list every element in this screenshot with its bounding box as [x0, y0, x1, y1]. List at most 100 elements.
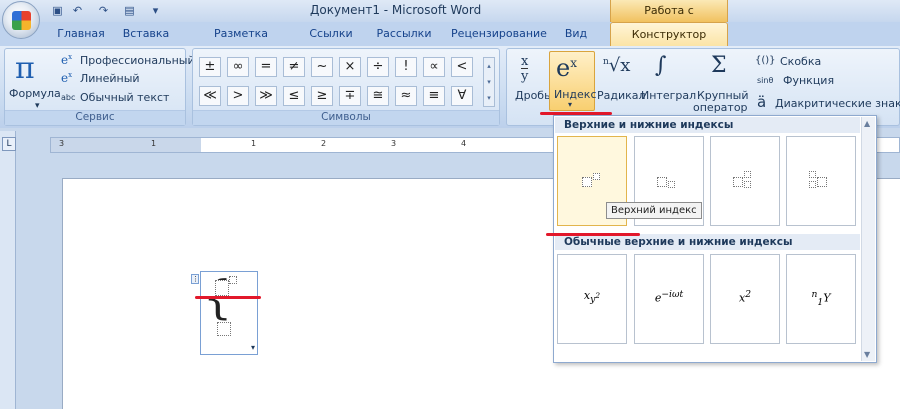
- ruler-mark: 2: [321, 139, 327, 148]
- ruler-mark: 1: [151, 139, 157, 148]
- integral-icon[interactable]: ∫: [655, 53, 666, 78]
- diacritics-button[interactable]: Диакритические знаки: [775, 97, 900, 110]
- symbol-factorial[interactable]: !: [395, 57, 417, 77]
- tab-references[interactable]: Ссылки: [308, 22, 354, 46]
- print-preview-icon[interactable]: ▤: [122, 3, 137, 18]
- symbol-less-equal[interactable]: ≤: [283, 86, 305, 106]
- gallery-item-common-4[interactable]: n1Y: [786, 254, 856, 344]
- placeholder-row2[interactable]: [217, 322, 231, 336]
- index-dropdown-icon: ▾: [568, 100, 573, 109]
- common-4-text: n1Y: [811, 289, 831, 308]
- symbols-scroll[interactable]: ▴ ▾ ▾: [483, 57, 495, 107]
- tab-mailings[interactable]: Рассылки: [374, 22, 434, 46]
- scroll-down-icon[interactable]: ▼: [864, 350, 870, 359]
- symbol-much-less[interactable]: ≪: [199, 86, 221, 106]
- symbol-equals[interactable]: =: [255, 57, 277, 77]
- undo-icon[interactable]: ↶: [70, 3, 85, 18]
- symbol-times[interactable]: ×: [339, 57, 361, 77]
- symbol-for-all[interactable]: ∀: [451, 86, 473, 106]
- scroll-up-icon[interactable]: ▲: [864, 119, 870, 128]
- symbol-less-than[interactable]: <: [451, 57, 473, 77]
- linear-icon: ex: [61, 71, 73, 85]
- gallery-section-superscripts: Верхние и нижние индексы: [555, 117, 860, 133]
- tab-review[interactable]: Рецензирование: [450, 22, 548, 46]
- ruler-mark: 1: [251, 139, 257, 148]
- ruler-mark: 4: [461, 139, 467, 148]
- symbol-minus-plus[interactable]: ∓: [339, 86, 361, 106]
- index-button[interactable]: ex Индекс ▾: [549, 51, 597, 111]
- gallery-scrollbar[interactable]: ▲ ▼: [861, 117, 875, 361]
- gallery-item-common-2[interactable]: e−iωt: [634, 254, 704, 344]
- symbol-greater-than[interactable]: >: [227, 86, 249, 106]
- symbol-approx[interactable]: ≈: [395, 86, 417, 106]
- fraction-icon[interactable]: xy: [521, 55, 529, 83]
- equation-options-icon[interactable]: ▾: [251, 343, 255, 352]
- tab-design[interactable]: Конструктор: [610, 22, 728, 46]
- professional-button[interactable]: Профессиональный: [80, 54, 195, 67]
- bracket-button[interactable]: Скобка: [780, 55, 821, 68]
- qat-more[interactable]: ▾: [148, 3, 163, 18]
- symbol-tilde[interactable]: ~: [311, 57, 333, 77]
- symbol-proportional[interactable]: ∝: [423, 57, 445, 77]
- common-3-text: x2: [738, 289, 752, 305]
- placeholder-superscript[interactable]: [229, 276, 237, 284]
- gallery-item-sub-superscript[interactable]: [710, 136, 780, 226]
- tooltip: Верхний индекс: [606, 202, 702, 219]
- symbol-divide[interactable]: ÷: [367, 57, 389, 77]
- symbol-identical[interactable]: ≡: [423, 86, 445, 106]
- common-1-text: xy2: [583, 289, 601, 306]
- office-logo-icon: [12, 11, 31, 30]
- sum-icon[interactable]: Σ: [711, 53, 727, 78]
- group-label-service: Сервис: [5, 110, 185, 125]
- integral-button[interactable]: Интеграл: [641, 89, 696, 102]
- index-gallery: Верхние и нижние индексы Верхний индекс …: [553, 115, 877, 363]
- radical-button[interactable]: Радикал: [597, 89, 646, 102]
- symbol-greater-equal[interactable]: ≥: [311, 86, 333, 106]
- professional-icon: ex: [61, 53, 73, 67]
- symbol-not-equal[interactable]: ≠: [283, 57, 305, 77]
- ruler-mark: 3: [59, 139, 65, 148]
- plain-text-icon: abc: [61, 93, 76, 102]
- ribbon-tabs: Главная Вставка Разметка страницы Ссылки…: [0, 22, 900, 64]
- gallery-item-common-1[interactable]: xy2: [557, 254, 627, 344]
- equation-handle[interactable]: ⋮: [191, 274, 199, 284]
- symbol-congruent[interactable]: ≅: [367, 86, 389, 106]
- vertical-ruler[interactable]: [0, 131, 16, 409]
- equation-box[interactable]: ⋮ { ▾: [191, 271, 258, 355]
- linear-button[interactable]: Линейный: [80, 72, 140, 85]
- symbol-plus-minus[interactable]: ±: [199, 57, 221, 77]
- group-symbols: ± ∞ = ≠ ~ × ÷ ! ∝ < ≪ > ≫ ≤ ≥ ∓ ≅ ≈ ≡ ∀ …: [192, 48, 500, 126]
- placeholder-base[interactable]: [215, 280, 229, 296]
- ruler-mark: 3: [391, 139, 397, 148]
- large-operator-label-2: оператор: [693, 101, 748, 114]
- symbol-much-greater[interactable]: ≫: [255, 86, 277, 106]
- office-button[interactable]: [2, 1, 40, 39]
- function-icon: sinθ: [757, 76, 774, 85]
- formula-button[interactable]: Формула: [9, 87, 61, 100]
- redo-icon[interactable]: ↷: [96, 3, 111, 18]
- symbol-infinity[interactable]: ∞: [227, 57, 249, 77]
- highlight-underline-superscript: [546, 233, 640, 236]
- equation-tools-title: Работа с формулами: [610, 0, 728, 39]
- window-title: Документ1 - Microsoft Word: [310, 3, 482, 17]
- pi-icon[interactable]: π: [15, 51, 35, 86]
- diacritics-icon: ä: [757, 93, 767, 111]
- tab-page-layout[interactable]: Разметка страницы: [188, 22, 294, 64]
- function-button[interactable]: Функция: [783, 74, 834, 87]
- group-label-symbols: Символы: [193, 110, 499, 125]
- index-label: Индекс: [554, 88, 597, 101]
- group-service: π Формула ▾ ex Профессиональный ex Линей…: [4, 48, 195, 126]
- tab-home[interactable]: Главная: [52, 22, 110, 46]
- tab-selector[interactable]: L: [2, 137, 16, 151]
- common-2-text: e−iωt: [654, 289, 684, 305]
- gallery-item-common-3[interactable]: x2: [710, 254, 780, 344]
- fraction-button[interactable]: Дробь: [515, 89, 551, 102]
- gallery-item-left-sub-superscript[interactable]: [786, 136, 856, 226]
- tab-insert[interactable]: Вставка: [118, 22, 174, 46]
- radical-icon[interactable]: n√x: [603, 55, 630, 76]
- tab-view[interactable]: Вид: [560, 22, 592, 46]
- save-icon[interactable]: ▣: [50, 3, 65, 18]
- highlight-underline-equation: [195, 296, 261, 299]
- plain-text-button[interactable]: Обычный текст: [80, 91, 169, 104]
- bracket-icon: {()}: [755, 55, 776, 66]
